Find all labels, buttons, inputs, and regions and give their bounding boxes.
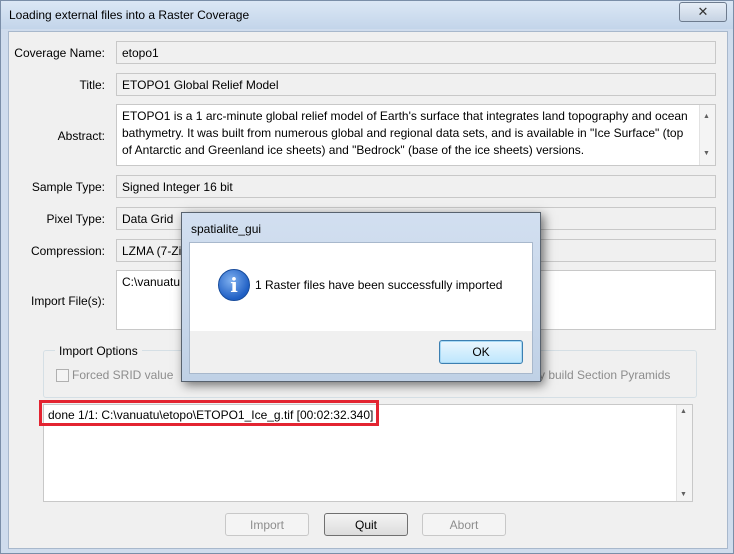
coverage-name-field: etopo1: [116, 41, 716, 64]
forced-srid-label: Forced SRID value: [72, 368, 174, 382]
log-highlight-box: [39, 400, 379, 426]
abstract-label: Abstract:: [57, 129, 105, 143]
scroll-up-icon[interactable]: ▲: [703, 108, 710, 125]
title-bar: Loading external files into a Raster Cov…: [1, 1, 733, 29]
dialog-footer: OK: [189, 331, 533, 374]
log-scroll-down-icon[interactable]: ▼: [680, 491, 687, 498]
information-icon: i: [218, 269, 250, 301]
dialog-message: 1 Raster files have been successfully im…: [255, 278, 503, 292]
pyramids-label: y build Section Pyramids: [539, 368, 671, 382]
sample-type-field: Signed Integer 16 bit: [116, 175, 716, 198]
dialog-body: i 1 Raster files have been successfully …: [189, 242, 533, 332]
import-options-label: Import Options: [55, 344, 142, 358]
quit-button[interactable]: Quit: [324, 513, 408, 536]
message-dialog: spatialite_gui i 1 Raster files have bee…: [181, 212, 541, 382]
close-button[interactable]: ✕: [679, 2, 727, 22]
sample-type-label: Sample Type:: [31, 180, 105, 194]
compression-label: Compression:: [30, 244, 105, 258]
dialog-title: spatialite_gui: [191, 222, 262, 236]
scroll-down-icon[interactable]: ▼: [703, 145, 710, 162]
title-label: Title:: [79, 78, 105, 92]
abstract-scrollbar[interactable]: ▲ ▼: [699, 105, 715, 165]
import-button[interactable]: Import: [225, 513, 309, 536]
abstract-textarea[interactable]: ETOPO1 is a 1 arc-minute global relief m…: [116, 104, 716, 166]
title-field: ETOPO1 Global Relief Model: [116, 73, 716, 96]
window-title: Loading external files into a Raster Cov…: [9, 8, 250, 22]
import-files-label: Import File(s):: [30, 294, 105, 308]
ok-button[interactable]: OK: [439, 340, 523, 364]
forced-srid-checkbox[interactable]: [56, 369, 69, 382]
log-scrollbar[interactable]: ▲ ▼: [676, 405, 692, 501]
coverage-name-label: Coverage Name:: [14, 46, 105, 60]
pixel-type-label: Pixel Type:: [46, 212, 105, 226]
log-scroll-up-icon[interactable]: ▲: [680, 408, 687, 415]
abstract-text: ETOPO1 is a 1 arc-minute global relief m…: [122, 109, 688, 157]
abort-button[interactable]: Abort: [422, 513, 506, 536]
